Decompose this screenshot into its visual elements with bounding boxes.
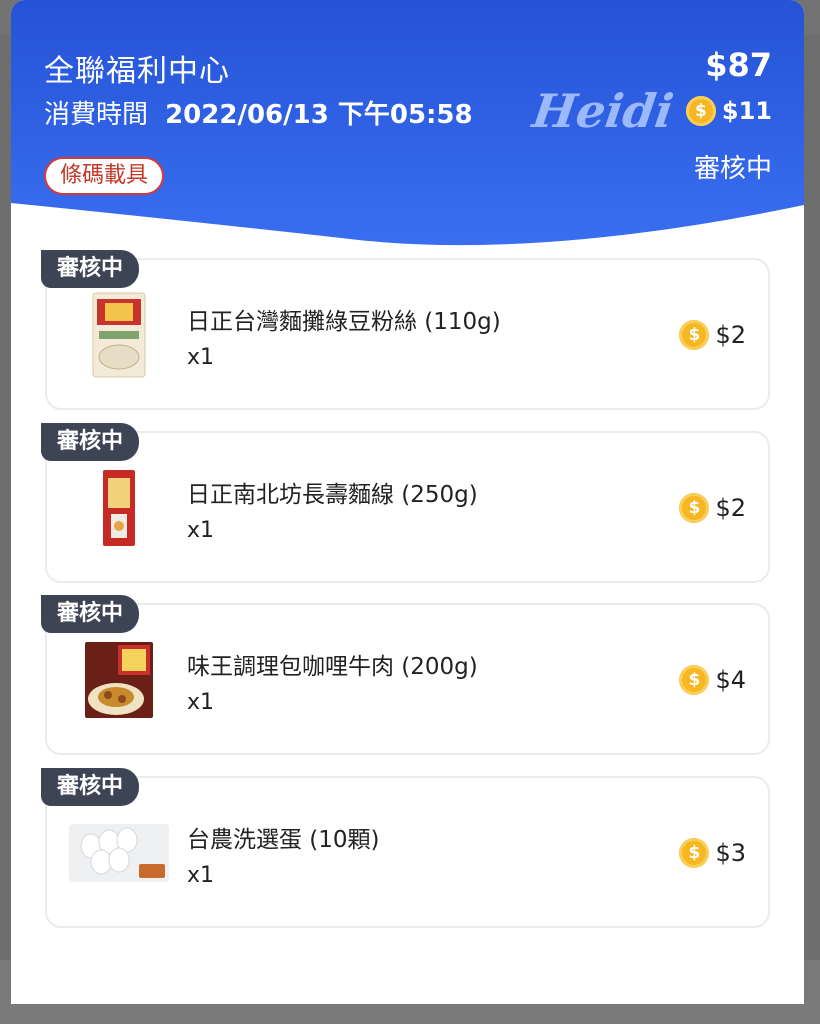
list-item[interactable]: 審核中 日正南北坊長壽麵線 (250g) x1 $ $2 — [41, 423, 770, 583]
list-item[interactable]: 審核中 味王調理包咖哩牛肉 (200g) x1 $ $4 — [41, 595, 770, 755]
item-quantity: x1 — [187, 518, 215, 543]
item-coin-price: $ $4 — [679, 665, 746, 695]
item-quantity: x1 — [187, 863, 215, 888]
egg-carton-icon — [69, 808, 169, 898]
noodle-package-icon — [69, 463, 169, 553]
item-coin-price: $ $2 — [679, 493, 746, 523]
item-name: 日正台灣麵攤綠豆粉絲 (110g) — [187, 309, 501, 335]
receipt-total: $87 — [705, 46, 772, 84]
carrier-chip[interactable]: 條碼載具 — [44, 157, 165, 195]
item-price-value: $3 — [715, 839, 746, 867]
status-badge: 審核中 — [41, 595, 140, 633]
item-price-value: $4 — [715, 666, 746, 694]
purchase-datetime: 2022/06/13 下午05:58 — [165, 100, 473, 130]
receipt-torn-edge — [11, 984, 804, 1004]
coin-amount: $11 — [721, 97, 772, 125]
status-badge: 審核中 — [41, 423, 140, 461]
coin-icon: $ — [679, 320, 710, 350]
item-quantity: x1 — [187, 690, 215, 715]
item-name: 味王調理包咖哩牛肉 (200g) — [187, 654, 478, 680]
item-quantity: x1 — [187, 345, 215, 370]
purchase-time-label: 消費時間 — [44, 100, 149, 130]
coin-icon: $ — [679, 493, 710, 523]
item-name: 日正南北坊長壽麵線 (250g) — [187, 482, 478, 508]
coin-icon: $ — [679, 838, 710, 868]
coin-icon: $ — [679, 665, 710, 695]
receipt-card[interactable]: 全聯福利中心 消費時間 2022/06/13 下午05:58 條碼載具 Heid… — [11, 0, 804, 1004]
receipt-status: 審核中 — [693, 154, 772, 184]
item-price-value: $2 — [715, 321, 746, 349]
purchase-time: 消費時間 2022/06/13 下午05:58 — [44, 94, 473, 131]
status-badge: 審核中 — [41, 250, 140, 288]
item-coin-price: $ $3 — [679, 838, 746, 868]
list-item[interactable]: 審核中 日正台灣麵攤綠豆粉絲 (110g) x1 $ $2 — [41, 250, 770, 410]
item-price-value: $2 — [715, 494, 746, 522]
noodle-package-icon — [69, 290, 169, 380]
curry-package-icon — [69, 635, 169, 725]
list-item[interactable]: 審核中 台農洗選蛋 (10顆) x1 $ $3 — [41, 768, 770, 928]
receipt-header: 全聯福利中心 消費時間 2022/06/13 下午05:58 條碼載具 Heid… — [11, 0, 804, 250]
coin-icon: $ — [685, 96, 716, 126]
item-name: 台農洗選蛋 (10顆) — [187, 827, 380, 853]
signature-watermark: Heidi — [529, 84, 677, 138]
coin-reward: $ $11 — [685, 96, 772, 126]
status-badge: 審核中 — [41, 768, 140, 806]
store-name: 全聯福利中心 — [44, 54, 230, 89]
item-coin-price: $ $2 — [679, 320, 746, 350]
